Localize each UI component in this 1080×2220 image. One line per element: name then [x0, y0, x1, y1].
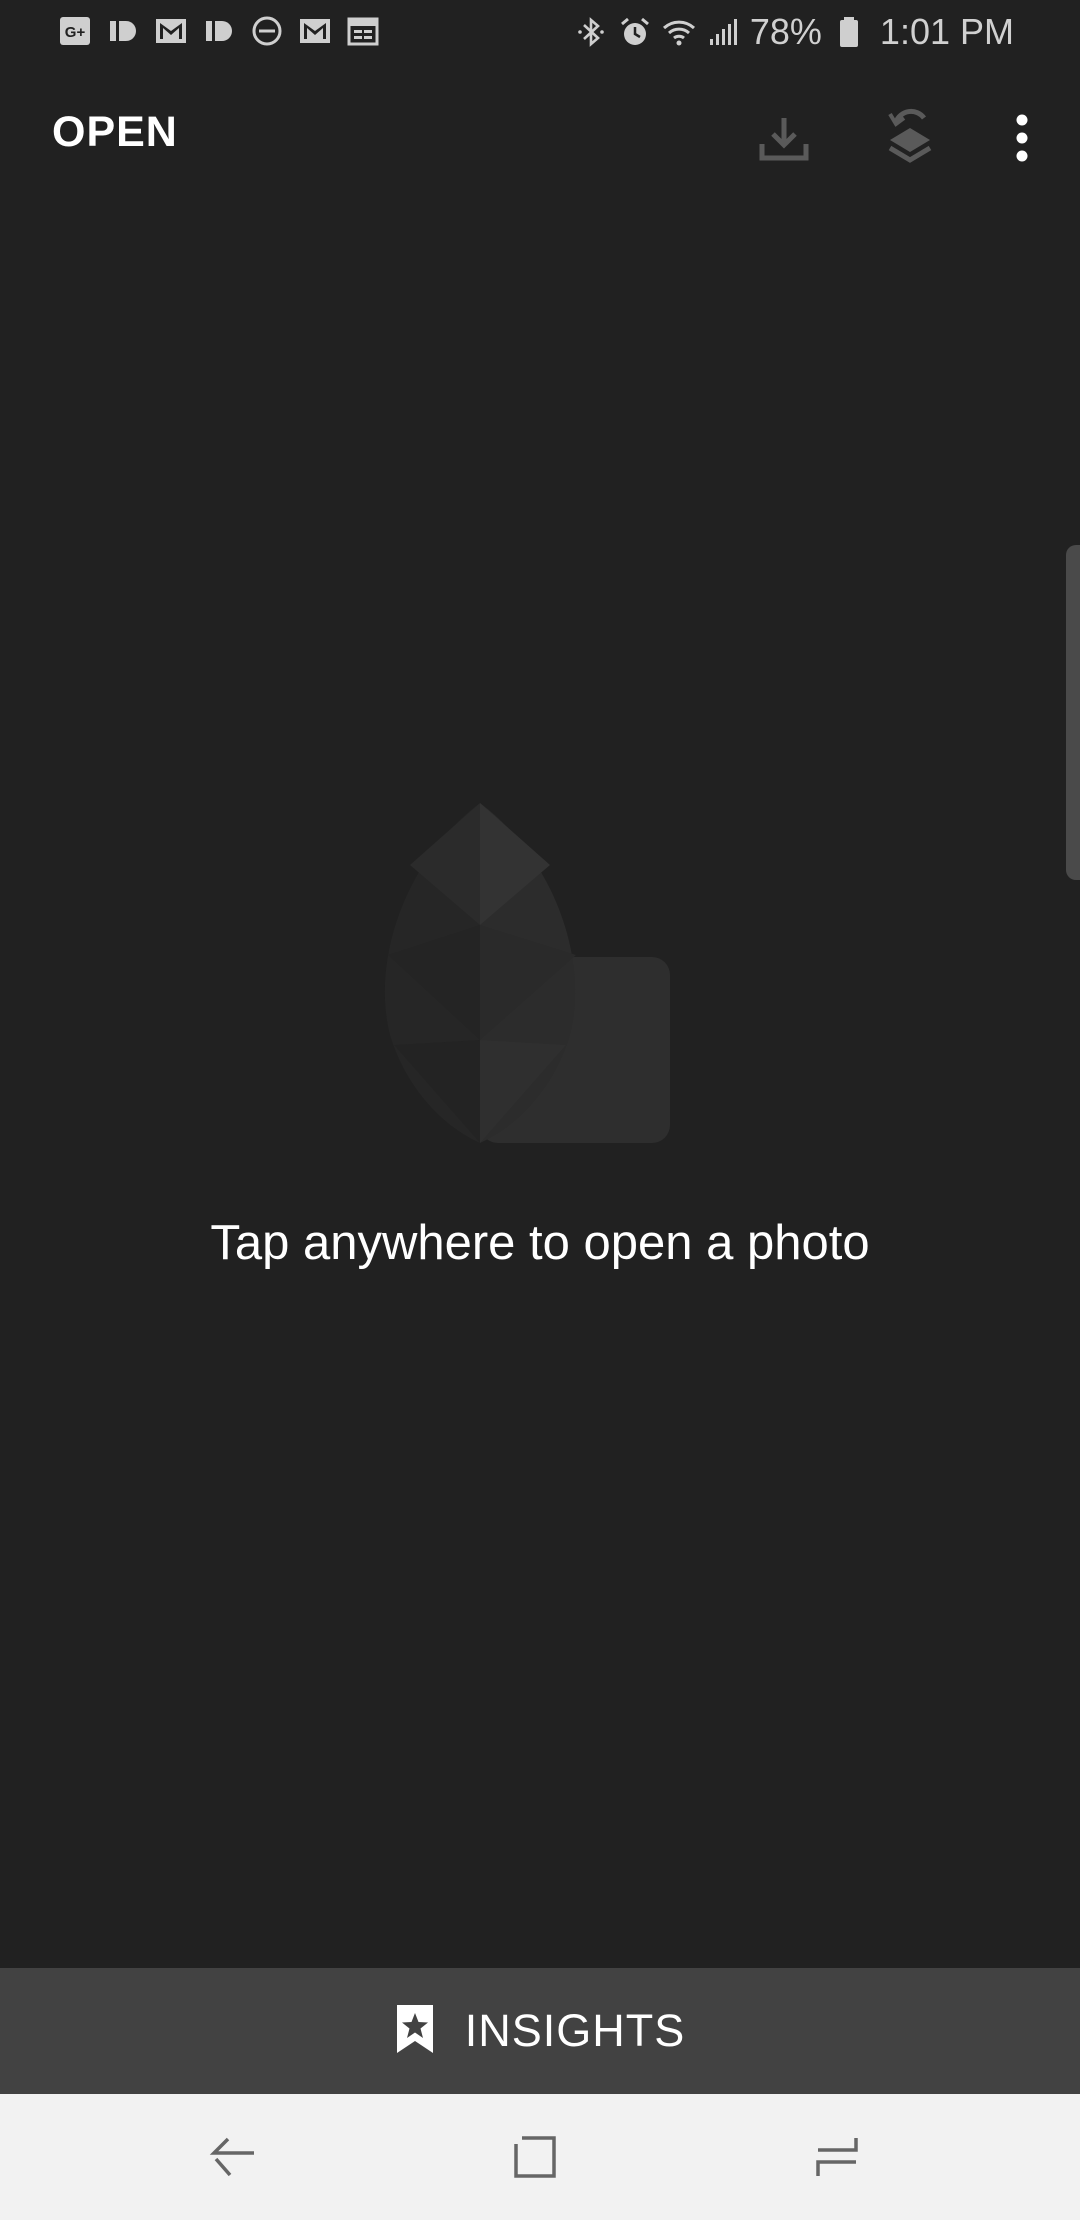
- svg-text:G+: G+: [65, 24, 86, 41]
- alarm-icon: [618, 15, 652, 49]
- open-button[interactable]: OPEN: [52, 108, 178, 157]
- layers-undo-icon[interactable]: [878, 106, 942, 170]
- pushbullet-icon: [106, 14, 140, 48]
- back-icon[interactable]: [198, 2122, 268, 2192]
- calendar-icon: [346, 14, 380, 48]
- navigation-bar: [0, 2094, 1080, 2220]
- download-icon[interactable]: [752, 106, 816, 170]
- bluetooth-icon: [574, 15, 608, 49]
- clock: 1:01 PM: [879, 11, 1014, 52]
- recents-icon[interactable]: [802, 2122, 872, 2192]
- screen[interactable]: G+ 78% 1:01 PM OPEN Tap anywhere to open…: [0, 0, 1080, 2220]
- system-status: 78% 1:01 PM: [574, 10, 1014, 54]
- gmail-icon: [154, 14, 188, 48]
- gmail-icon: [298, 14, 332, 48]
- signal-icon: [706, 15, 740, 49]
- do-not-disturb-icon: [250, 14, 284, 48]
- notification-icons: G+: [58, 14, 380, 48]
- insights-label: INSIGHTS: [464, 2005, 686, 2056]
- empty-state-message: Tap anywhere to open a photo: [210, 1216, 870, 1270]
- wifi-icon: [662, 15, 696, 49]
- insights-button[interactable]: INSIGHTS: [0, 1968, 1080, 2094]
- more-vert-icon[interactable]: [990, 106, 1054, 170]
- bookmark-star-icon: [395, 2003, 435, 2060]
- pushbullet-icon: [202, 14, 236, 48]
- app-bar: OPEN: [0, 64, 1080, 212]
- battery-icon: [832, 15, 866, 49]
- snapseed-leaf-logo: [380, 795, 700, 1145]
- status-bar: G+ 78% 1:01 PM: [0, 0, 1080, 64]
- home-icon[interactable]: [500, 2122, 570, 2192]
- edge-panel-handle[interactable]: [1066, 545, 1080, 880]
- google-plus-icon: G+: [58, 14, 92, 48]
- battery-percent: 78%: [749, 11, 822, 52]
